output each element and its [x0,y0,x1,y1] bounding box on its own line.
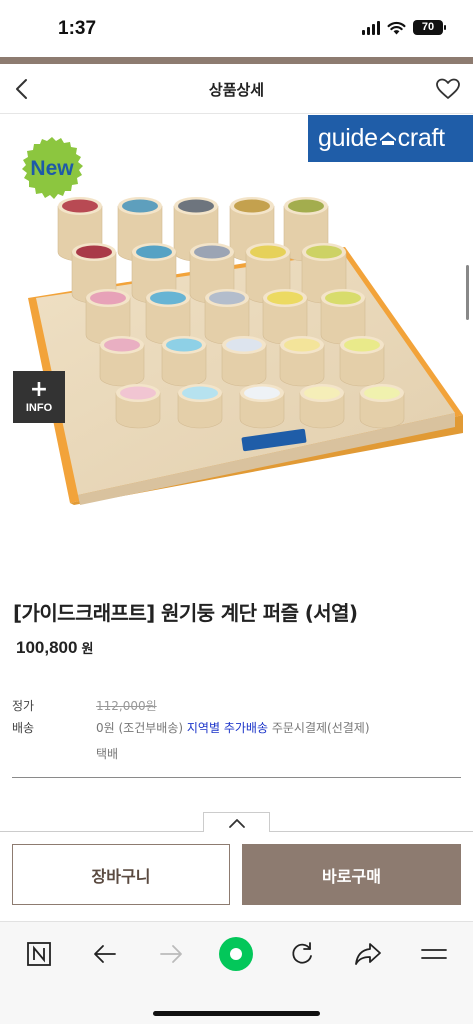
shipping-label: 배송 [12,721,35,735]
scroll-indicator [466,265,469,320]
status-time: 1:37 [58,18,97,39]
product-image[interactable]: New guide craft + INFO [0,115,473,570]
brand-logo: guide craft [308,115,473,162]
buy-now-button[interactable]: 바로구매 [242,844,461,905]
info-button[interactable]: + INFO [13,371,65,423]
list-price-row: 정가 112,000원 [12,697,462,719]
add-to-cart-button[interactable]: 장바구니 [12,844,230,905]
shipping-fee: 0원 (조건부배송) [96,721,184,735]
new-badge-label: New [30,157,74,180]
detail-table: 정가 112,000원 배송 0원 (조건부배송) 지역별 추가배송 주문시결제… [12,697,462,761]
shipping-row: 배송 0원 (조건부배송) 지역별 추가배송 주문시결제(선결제) [12,719,462,741]
shipping-payment: 주문시결제(선결제) [271,721,370,735]
status-bar: 1:37 70 [0,0,473,56]
list-price-value: 112,000원 [96,699,157,713]
refresh-icon[interactable] [284,936,320,972]
shipping-method: 택배 [96,747,119,761]
page-header: 상품상세 [0,64,473,114]
chevron-up-icon [228,818,245,828]
purchase-bar: 장바구니 바로구매 [0,831,473,921]
house-roof-icon [379,132,396,145]
brand-strip [0,57,473,64]
cellular-signal-icon [362,20,380,35]
expand-tab[interactable] [203,812,270,832]
shipping-region-link[interactable]: 지역별 추가배송 [187,721,268,735]
menu-icon[interactable] [416,936,452,972]
list-price-label: 정가 [12,699,35,713]
browser-toolbar [0,921,473,1024]
price: 100,800 원 [16,638,93,658]
page-title: 상품상세 [208,81,265,99]
wifi-icon [387,21,406,34]
home-indicator [153,1011,320,1016]
divider [12,777,461,778]
forward-arrow-icon[interactable] [153,936,189,972]
green-dot-icon[interactable] [218,936,254,972]
price-value: 100,800 [16,638,78,657]
share-icon[interactable] [350,936,386,972]
product-name: [가이드크래프트] 원기둥 계단 퍼즐 (서열) [13,601,358,625]
battery-icon: 70 [413,20,446,35]
back-arrow-icon[interactable] [87,936,123,972]
naver-n-icon[interactable] [21,936,57,972]
wishlist-heart-icon[interactable] [435,76,461,102]
price-unit: 원 [81,642,94,657]
